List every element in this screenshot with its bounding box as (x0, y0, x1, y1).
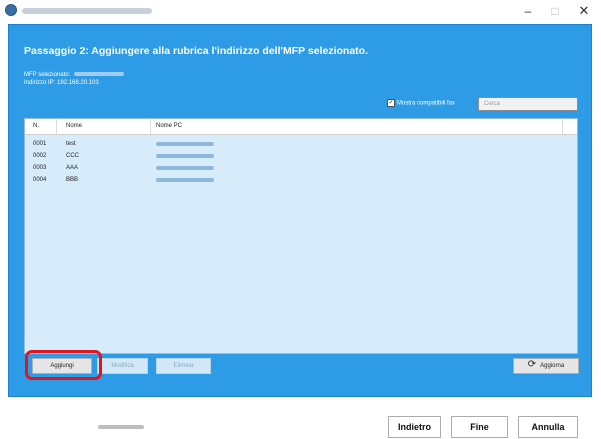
ip-address: Indirizzo IP: 192.168.20.103 (24, 80, 99, 86)
cancel-button[interactable]: Annulla (518, 416, 578, 438)
fax-compatible-checkbox[interactable]: ✓ Mostra compatibili fax (387, 99, 455, 107)
back-button[interactable]: Indietro (388, 416, 441, 438)
window-title-redacted (22, 8, 152, 14)
row-pc-name-redacted (156, 166, 214, 170)
column-divider (56, 119, 57, 134)
row-name: AAA (66, 165, 79, 171)
selected-mfp-label: MFP selezionato: (24, 72, 71, 78)
selected-mfp-value-redacted (73, 72, 124, 77)
table-row[interactable]: 0004 BBB (25, 174, 577, 186)
minimize-button[interactable]: – (514, 0, 542, 22)
table-row[interactable]: 0001 test (25, 138, 577, 150)
footer-text-redacted (98, 425, 144, 429)
row-pc-name-redacted (156, 142, 214, 146)
finish-button[interactable]: Fine (451, 416, 508, 438)
column-divider (562, 119, 563, 134)
column-name[interactable]: Nome (66, 123, 82, 129)
add-button-highlight (25, 350, 102, 380)
title-bar: – □ ✕ (0, 0, 601, 22)
row-number: 0003 (33, 165, 47, 171)
maximize-button[interactable]: □ (541, 0, 569, 22)
row-name: BBB (66, 177, 79, 183)
row-name: CCC (66, 153, 79, 159)
mfp-list[interactable]: N. Nome Nome PC 0001 test 0002 CCC 0003 … (24, 118, 578, 354)
table-row[interactable]: 0002 CCC (25, 150, 577, 162)
search-input[interactable]: Cerca (478, 97, 578, 111)
column-number[interactable]: N. (33, 123, 39, 129)
close-button[interactable]: ✕ (570, 0, 598, 22)
fax-compatible-label: Mostra compatibili fax (397, 100, 456, 107)
step-heading: Passaggio 2: Aggiungere alla rubrica l'i… (24, 45, 368, 57)
row-number: 0004 (33, 177, 47, 183)
row-name: test (66, 141, 76, 147)
edit-button[interactable]: Modifica (97, 358, 148, 374)
column-pc-name[interactable]: Nome PC (156, 123, 182, 129)
selected-mfp: MFP selezionato: (24, 72, 124, 78)
refresh-label: Aggiorna (540, 363, 565, 369)
row-number: 0001 (33, 141, 47, 147)
table-row[interactable]: 0003 AAA (25, 162, 577, 174)
refresh-icon: ⟳ (527, 359, 537, 371)
row-number: 0002 (33, 153, 47, 159)
checkbox-icon[interactable]: ✓ (387, 99, 395, 107)
column-divider (150, 119, 151, 134)
delete-button[interactable]: Elimina (156, 358, 211, 374)
row-pc-name-redacted (156, 178, 214, 182)
row-pc-name-redacted (156, 154, 214, 158)
refresh-button[interactable]: ⟳ Aggiorna (513, 358, 579, 374)
list-header: N. Nome Nome PC (25, 119, 577, 135)
app-icon (5, 4, 17, 16)
